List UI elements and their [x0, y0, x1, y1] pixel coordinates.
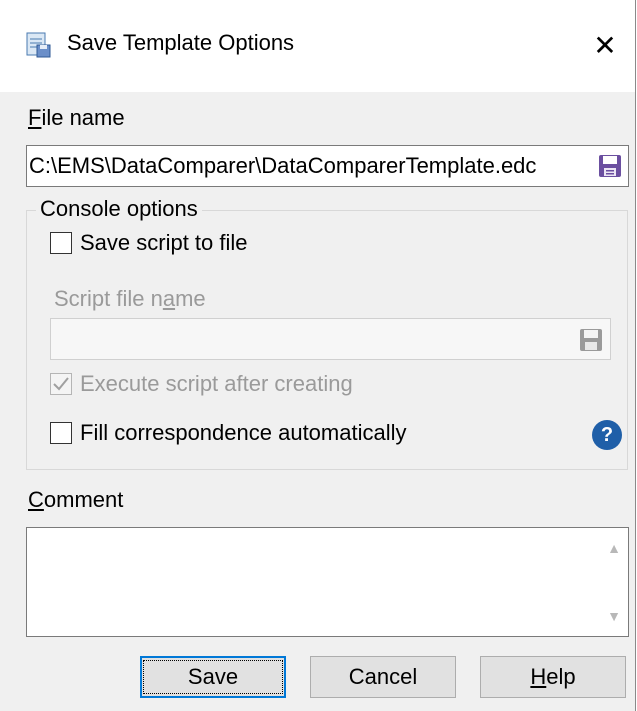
- file-name-label: File name: [28, 105, 125, 130]
- script-file-name-label: Script file name: [54, 286, 206, 311]
- scroll-up-icon[interactable]: ▲: [600, 534, 628, 562]
- save-script-label: Save script to file: [80, 230, 248, 255]
- save-button[interactable]: Save: [140, 656, 286, 698]
- title-bar: Save Template Options ✕: [0, 0, 635, 92]
- close-button[interactable]: ✕: [575, 20, 635, 70]
- template-save-icon: [26, 32, 51, 58]
- file-name-value: C:\EMS\DataComparer\DataComparerTemplate…: [29, 153, 537, 178]
- floppy-disk-icon: [580, 329, 602, 351]
- dialog-title: Save Template Options: [67, 30, 295, 55]
- comment-scrollbar[interactable]: ▲ ▼: [600, 528, 628, 636]
- comment-textarea[interactable]: ▲ ▼: [26, 527, 629, 637]
- browse-script-button[interactable]: [578, 327, 604, 353]
- close-icon: ✕: [593, 29, 617, 61]
- fill-correspondence-label: Fill correspondence automatically: [80, 420, 407, 445]
- browse-file-button[interactable]: [597, 153, 623, 179]
- help-button[interactable]: Help: [480, 656, 626, 698]
- script-file-name-input[interactable]: [50, 318, 611, 360]
- file-name-input[interactable]: C:\EMS\DataComparer\DataComparerTemplate…: [26, 145, 629, 187]
- question-circle-icon[interactable]: ?: [592, 420, 622, 450]
- execute-script-label: Execute script after creating: [80, 371, 353, 396]
- cancel-button[interactable]: Cancel: [310, 656, 456, 698]
- scroll-down-icon[interactable]: ▼: [600, 602, 628, 630]
- console-options-legend: Console options: [36, 196, 202, 222]
- save-script-checkbox[interactable]: [50, 232, 72, 254]
- fill-correspondence-checkbox[interactable]: [50, 422, 72, 444]
- execute-script-checkbox[interactable]: [50, 373, 72, 395]
- comment-label: Comment: [28, 487, 124, 512]
- floppy-disk-icon: [599, 155, 621, 177]
- checkmark-icon: [53, 377, 69, 391]
- save-template-options-dialog: Save Template Options ✕ File name C:\EMS…: [0, 0, 636, 711]
